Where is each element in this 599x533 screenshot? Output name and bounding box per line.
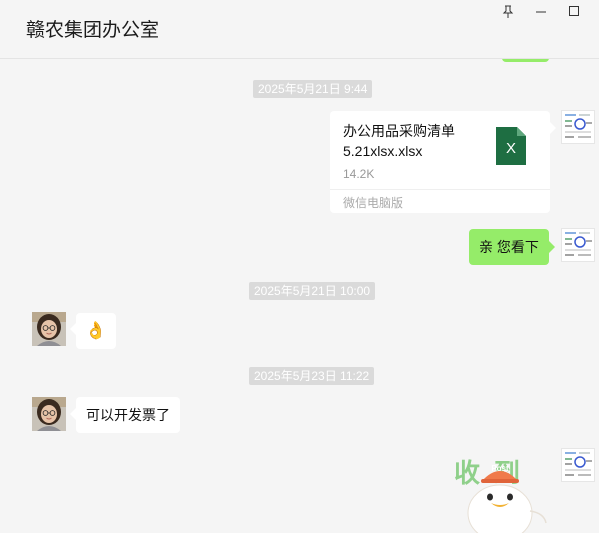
avatar-thumbnail [562,449,594,481]
avatar[interactable] [561,110,595,144]
avatar[interactable] [561,228,595,262]
maximize-icon[interactable] [563,3,585,19]
received-sticker[interactable]: 收到 Post [452,451,552,533]
file-name: 办公用品采购清单 5.21xlsx.xlsx [343,123,455,159]
timestamp: 2025年5月21日 9:44 [253,80,373,98]
received-emoji-bubble[interactable]: 👌 [76,313,116,349]
received-message-bubble[interactable]: 可以开发票了 [76,397,180,433]
avatar-thumbnail [562,229,594,261]
avatar[interactable] [561,448,595,482]
pin-icon[interactable] [497,3,519,19]
ok-hand-emoji: 👌 [85,321,107,340]
avatar[interactable] [32,312,66,346]
file-message[interactable]: 办公用品采购清单 5.21xlsx.xlsx 14.2K X 微信电脑版 [330,111,550,213]
file-divider [330,189,550,190]
avatar-photo [32,312,66,346]
chat-area[interactable]: 2025年5月21日 9:44 办公用品采购清单 5.21xlsx.xlsx 1… [0,59,599,533]
avatar[interactable] [32,397,66,431]
timestamp: 2025年5月21日 10:00 [249,282,376,300]
avatar-photo [32,397,66,431]
bubble-tail [550,122,556,134]
timestamp: 2025年5月23日 11:22 [249,367,375,385]
title-bar: 赣农集团办公室 [0,0,599,59]
avatar-thumbnail [562,111,594,143]
chat-title: 赣农集团办公室 [26,20,160,41]
bubble-tail [549,241,555,253]
file-source: 微信电脑版 [343,196,404,210]
sticker-badge: Post [491,464,509,473]
sent-message-bubble[interactable]: 亲 您看下 [469,229,549,265]
minimize-icon[interactable] [530,3,552,19]
previous-message-bubble[interactable] [502,59,549,62]
excel-file-icon: X [496,127,526,165]
file-size: 14.2K [343,167,375,181]
